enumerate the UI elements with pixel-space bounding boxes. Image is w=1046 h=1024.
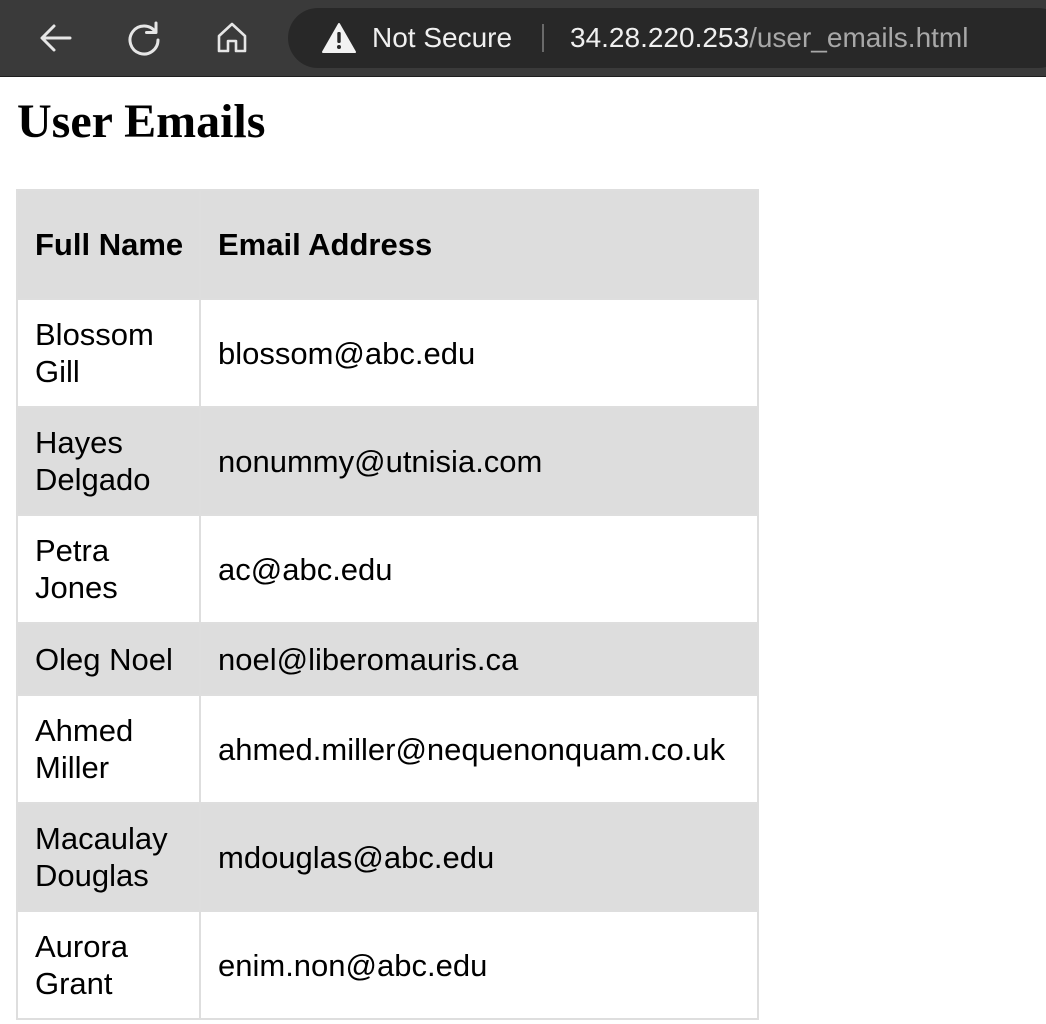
address-bar[interactable]: Not Secure 34.28.220.253/user_emails.htm… [288,8,1046,68]
name-cell: Hayes Delgado [16,406,201,516]
email-cell: mdouglas@abc.edu [199,802,759,912]
home-icon [217,22,247,53]
name-cell: Aurora Grant [16,910,201,1020]
name-cell: Macaulay Douglas [16,802,201,912]
table-row: Petra Jones ac@abc.edu [16,514,759,624]
page-title: User Emails [17,95,266,148]
email-cell: enim.non@abc.edu [199,910,759,1020]
table-row: Aurora Grant enim.non@abc.edu [16,910,759,1020]
table-row: Blossom Gill blossom@abc.edu [16,298,759,408]
warning-triangle-icon [322,23,356,53]
table-row: Oleg Noel noel@liberomauris.ca [16,622,759,696]
url-text[interactable]: 34.28.220.253/user_emails.html [570,21,968,55]
name-cell: Oleg Noel [16,622,201,696]
user-emails-table: Full Name Email Address Blossom Gill blo… [16,189,759,1020]
back-button[interactable] [32,14,80,62]
email-cell: ahmed.miller@nequenonquam.co.uk [199,694,759,804]
email-cell: noel@liberomauris.ca [199,622,759,696]
table-header-row: Full Name Email Address [16,189,759,300]
security-status-label[interactable]: Not Secure [372,21,512,55]
browser-toolbar: Not Secure 34.28.220.253/user_emails.htm… [0,0,1046,77]
home-button[interactable] [208,14,256,62]
url-host: 34.28.220.253 [570,22,750,53]
arrow-left-icon [40,24,72,52]
address-divider [542,24,544,52]
email-cell: ac@abc.edu [199,514,759,624]
table-row: Hayes Delgado nonummy@utnisia.com [16,406,759,516]
reload-icon [128,21,160,56]
table-row: Ahmed Miller ahmed.miller@nequenonquam.c… [16,694,759,804]
column-header-email-address: Email Address [199,189,759,300]
name-cell: Petra Jones [16,514,201,624]
table-row: Macaulay Douglas mdouglas@abc.edu [16,802,759,912]
email-cell: nonummy@utnisia.com [199,406,759,516]
url-path: /user_emails.html [749,22,969,53]
name-cell: Ahmed Miller [16,694,201,804]
reload-button[interactable] [120,14,168,62]
email-cell: blossom@abc.edu [199,298,759,408]
column-header-full-name: Full Name [16,189,201,300]
name-cell: Blossom Gill [16,298,201,408]
